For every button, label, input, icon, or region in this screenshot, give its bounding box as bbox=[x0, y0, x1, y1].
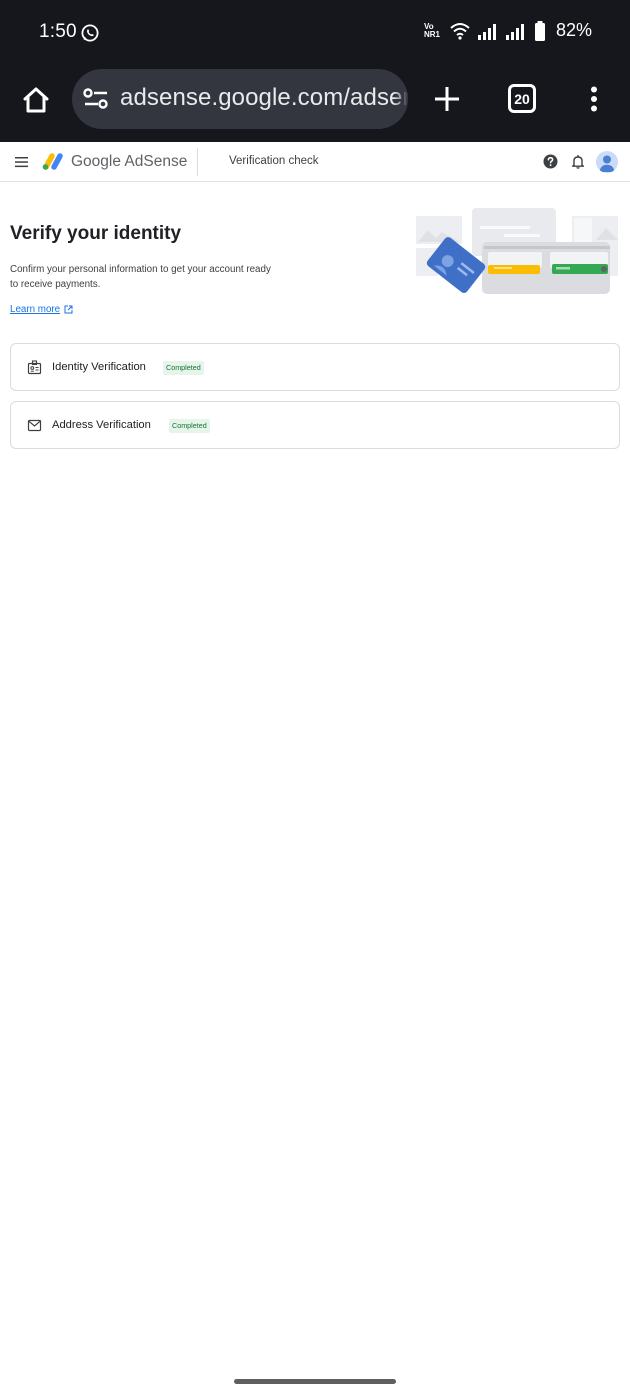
more-vert-icon bbox=[591, 86, 597, 112]
account-icon bbox=[599, 155, 615, 172]
home-button[interactable] bbox=[16, 80, 56, 120]
identity-verification-card[interactable]: Identity Verification Completed bbox=[10, 343, 620, 391]
card-label: Address Verification bbox=[52, 419, 151, 431]
mail-icon bbox=[27, 419, 42, 432]
page-title: Verify your identity bbox=[10, 223, 182, 244]
external-link-icon bbox=[64, 305, 73, 314]
status-time: 1:50 bbox=[39, 21, 77, 42]
learn-more-label: Learn more bbox=[10, 304, 61, 315]
status-badge: Completed bbox=[163, 361, 204, 375]
logo-text: Google AdSense bbox=[71, 153, 188, 170]
avatar[interactable] bbox=[596, 151, 618, 173]
volte-bottom: NR1 bbox=[423, 29, 440, 39]
gesture-nav-handle[interactable] bbox=[234, 1379, 396, 1384]
tab-switcher-button[interactable]: 20 bbox=[508, 84, 536, 113]
page-description: Confirm your personal information to get… bbox=[10, 264, 271, 290]
bell-icon[interactable] bbox=[571, 154, 585, 169]
browser-toolbar: adsense.google.com/adsense 20 bbox=[0, 64, 630, 142]
wifi-icon bbox=[450, 22, 470, 40]
learn-more-link[interactable]: Learn more bbox=[10, 304, 73, 315]
help-icon[interactable] bbox=[543, 154, 558, 169]
status-indicators: Vo NR1 82% bbox=[424, 20, 592, 41]
volte-indicator: Vo NR1 bbox=[423, 22, 442, 39]
signal-icon bbox=[505, 23, 524, 40]
card-label: Identity Verification bbox=[52, 361, 146, 373]
address-bar[interactable]: adsense.google.com/adsense bbox=[72, 69, 408, 129]
signal-icon bbox=[477, 23, 496, 40]
status-bar: 1:50 Vo NR1 82% bbox=[0, 0, 630, 64]
battery-percent: 82% bbox=[555, 20, 592, 40]
url-text[interactable]: adsense.google.com/adsense bbox=[120, 84, 408, 112]
plus-icon bbox=[435, 87, 459, 111]
home-icon bbox=[23, 87, 49, 113]
header-divider bbox=[197, 148, 198, 176]
url-fade bbox=[394, 69, 408, 129]
menu-icon[interactable] bbox=[14, 154, 30, 170]
address-verification-card[interactable]: Address Verification Completed bbox=[10, 401, 620, 449]
browser-menu-button[interactable] bbox=[580, 84, 608, 114]
whatsapp-icon bbox=[81, 24, 99, 42]
adsense-logo-icon[interactable] bbox=[41, 151, 65, 171]
battery-icon bbox=[534, 20, 545, 41]
id-badge-icon bbox=[27, 360, 42, 375]
status-badge: Completed bbox=[169, 419, 210, 433]
verification-illustration bbox=[416, 208, 618, 294]
site-settings-icon[interactable] bbox=[83, 87, 109, 111]
page-section-title: Verification check bbox=[229, 155, 319, 167]
new-tab-button[interactable] bbox=[428, 80, 466, 118]
app-header: Google AdSense Verification check bbox=[0, 142, 630, 182]
